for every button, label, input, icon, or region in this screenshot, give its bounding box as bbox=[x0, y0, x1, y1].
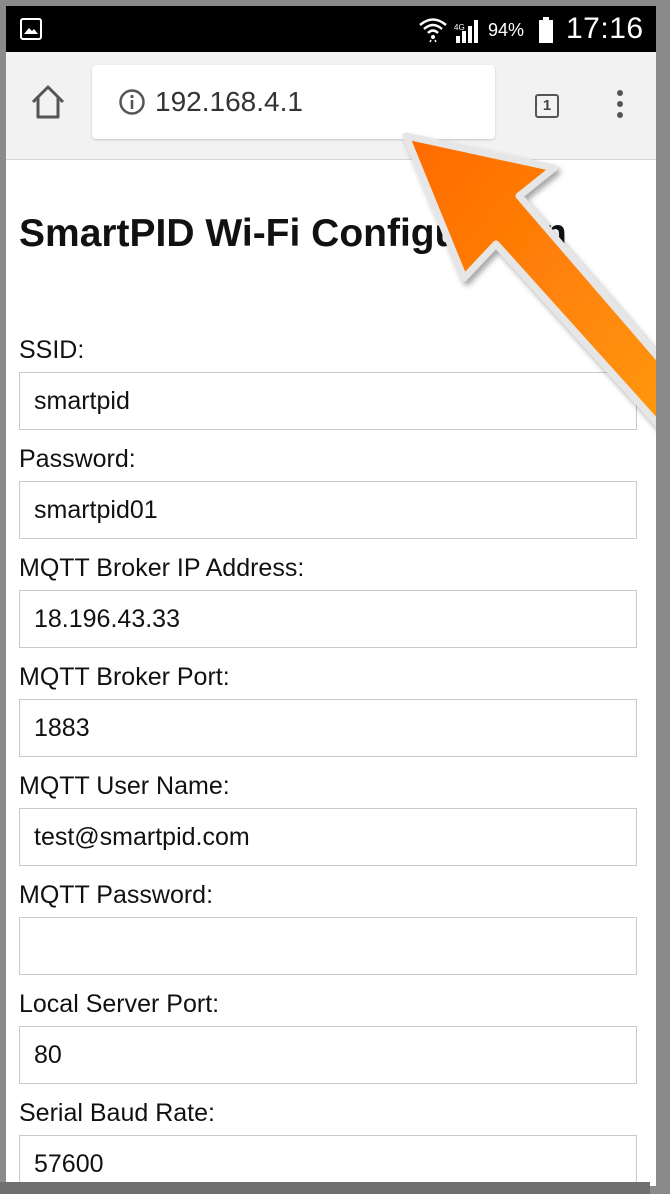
field-label: MQTT Password: bbox=[19, 881, 214, 909]
browser-toolbar: 192.168.4.1 1 bbox=[6, 52, 656, 160]
field-ssid: SSID: bbox=[19, 332, 651, 430]
field-label: Password: bbox=[19, 445, 136, 473]
password-input[interactable] bbox=[19, 481, 637, 539]
phone-screen: 4G 94% 17:16 192.168.4.1 1 SmartPID Wi-F… bbox=[6, 6, 656, 1186]
mqtt-broker-ip-input[interactable] bbox=[19, 590, 637, 648]
field-mqtt-user-name: MQTT User Name: bbox=[19, 768, 651, 866]
field-label: MQTT Broker Port: bbox=[19, 663, 230, 691]
field-password: Password: bbox=[19, 441, 651, 539]
menu-dot bbox=[617, 90, 623, 96]
battery-percentage: 94% bbox=[488, 20, 525, 40]
mqtt-password-input[interactable] bbox=[19, 917, 637, 975]
web-page: SmartPID Wi-Fi Configuration SSID: Passw… bbox=[6, 160, 656, 1186]
address-bar[interactable]: 192.168.4.1 bbox=[92, 65, 495, 139]
gallery-icon bbox=[20, 18, 42, 40]
local-server-port-input[interactable] bbox=[19, 1026, 637, 1084]
svg-text:4G: 4G bbox=[454, 23, 465, 32]
signal-icon: 4G bbox=[454, 20, 478, 43]
bottom-edge bbox=[0, 1182, 650, 1194]
mqtt-user-name-input[interactable] bbox=[19, 808, 637, 866]
field-label: SSID: bbox=[19, 336, 85, 364]
url-text: 192.168.4.1 bbox=[155, 86, 303, 117]
page-title: SmartPID Wi-Fi Configuration bbox=[19, 212, 567, 255]
field-label: Serial Baud Rate: bbox=[19, 1099, 215, 1127]
tabs-icon[interactable]: 1 bbox=[535, 94, 559, 118]
field-mqtt-broker-port: MQTT Broker Port: bbox=[19, 659, 651, 757]
field-mqtt-password: MQTT Password: bbox=[19, 877, 651, 975]
home-icon[interactable] bbox=[28, 82, 68, 122]
status-bar: 4G 94% 17:16 bbox=[6, 6, 656, 52]
field-local-server-port: Local Server Port: bbox=[19, 986, 651, 1084]
field-label: Local Server Port: bbox=[19, 990, 220, 1018]
battery-icon bbox=[539, 17, 553, 43]
info-icon[interactable] bbox=[118, 88, 146, 116]
clock: 17:16 bbox=[566, 12, 644, 45]
serial-baud-rate-input[interactable] bbox=[19, 1135, 637, 1186]
field-serial-baud-rate: Serial Baud Rate: bbox=[19, 1095, 651, 1186]
menu-icon[interactable] bbox=[614, 90, 626, 126]
field-label: MQTT Broker IP Address: bbox=[19, 554, 305, 582]
ssid-input[interactable] bbox=[19, 372, 637, 430]
field-label: MQTT User Name: bbox=[19, 772, 230, 800]
menu-dot bbox=[617, 101, 623, 107]
field-mqtt-broker-ip: MQTT Broker IP Address: bbox=[19, 550, 651, 648]
wifi-icon bbox=[419, 18, 447, 43]
menu-dot bbox=[617, 112, 623, 118]
mqtt-broker-port-input[interactable] bbox=[19, 699, 637, 757]
